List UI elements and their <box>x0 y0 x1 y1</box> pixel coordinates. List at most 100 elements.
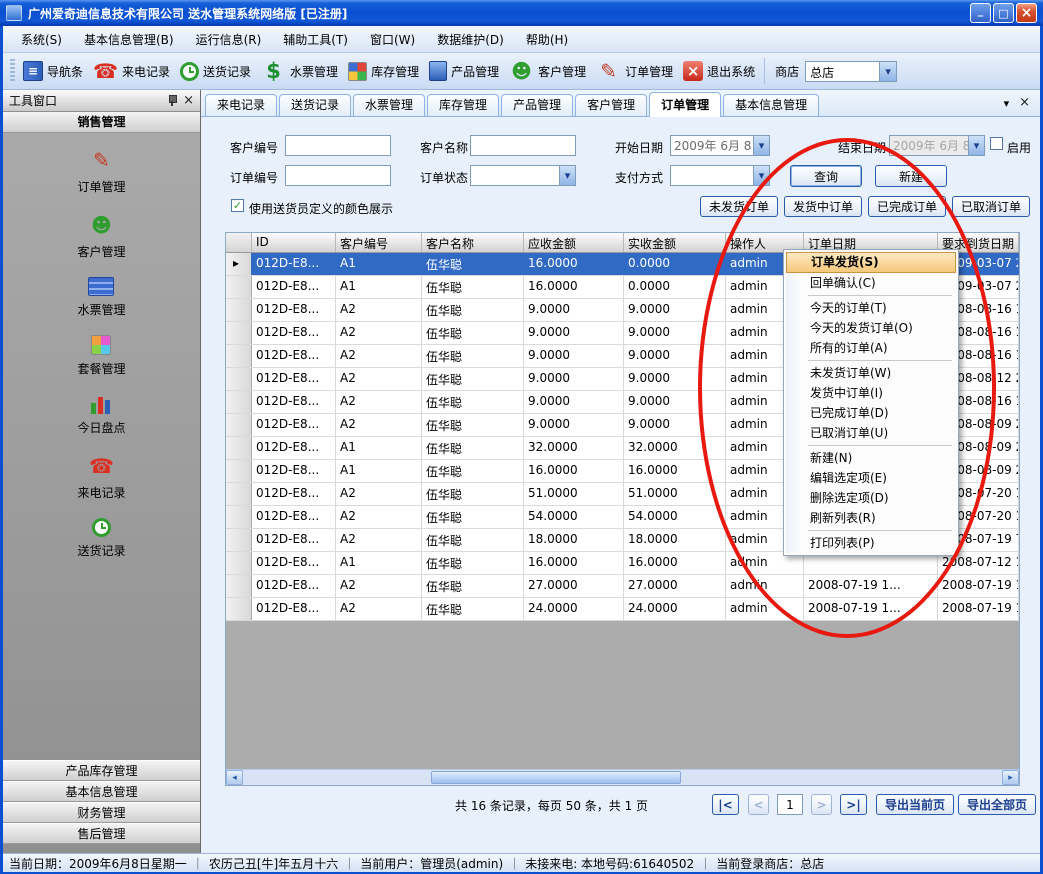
menu-item[interactable]: 辅助工具(T) <box>273 27 358 52</box>
customer-no-input[interactable] <box>285 135 391 156</box>
order-status-filter-button[interactable]: 发货中订单 <box>784 196 862 217</box>
column-header[interactable]: 应收金额 <box>524 233 624 252</box>
row-selector[interactable] <box>226 345 252 367</box>
menu-item[interactable]: 窗口(W) <box>360 27 425 52</box>
sidebar-item[interactable]: 套餐管理 <box>77 335 125 377</box>
first-page-button[interactable]: |< <box>712 794 739 815</box>
context-menu-item[interactable]: 回单确认(C) <box>786 273 956 293</box>
toolbar-button[interactable]: 库存管理 <box>343 60 424 83</box>
sidebar-bottom-item[interactable]: 产品库存管理 <box>3 760 200 781</box>
toolbar-button[interactable]: 导航条 <box>18 59 88 83</box>
row-selector[interactable] <box>226 506 252 528</box>
context-menu-item[interactable]: 打印列表(P) <box>786 533 956 553</box>
context-menu-item[interactable]: 编辑选定项(E) <box>786 468 956 488</box>
tab[interactable]: 客户管理 <box>575 94 647 116</box>
context-menu-item[interactable]: 已取消订单(U) <box>786 423 956 443</box>
row-selector[interactable] <box>226 598 252 620</box>
column-header[interactable]: 客户编号 <box>336 233 422 252</box>
tab[interactable]: 送货记录 <box>279 94 351 116</box>
sidebar-bottom-item[interactable]: 售后管理 <box>3 823 200 844</box>
close-button[interactable] <box>1016 3 1037 23</box>
tab-active[interactable]: 订单管理 <box>649 92 721 117</box>
toolbar-button[interactable]: 水票管理 <box>256 57 343 86</box>
sidebar-bottom-item[interactable]: 基本信息管理 <box>3 781 200 802</box>
toolbar-button[interactable]: 退出系统 <box>678 59 760 83</box>
row-selector[interactable] <box>226 322 252 344</box>
context-menu-item[interactable]: 发货中订单(I) <box>786 383 956 403</box>
delivery-color-checkbox[interactable] <box>231 199 244 212</box>
row-selector[interactable] <box>226 437 252 459</box>
context-menu-item[interactable]: 今天的发货订单(O) <box>786 318 956 338</box>
order-no-input[interactable] <box>285 165 391 186</box>
horizontal-scrollbar[interactable] <box>226 769 1019 785</box>
context-menu-item[interactable]: 删除选定项(D) <box>786 488 956 508</box>
context-menu-item[interactable]: 订单发货(S) <box>786 252 956 273</box>
export-all-pages-button[interactable]: 导出全部页 <box>958 794 1036 815</box>
table-row[interactable]: 012D-E8...A2伍华聪24.000024.0000admin2008-0… <box>226 598 1019 621</box>
row-selector[interactable] <box>226 552 252 574</box>
chevron-down-icon[interactable] <box>753 166 769 185</box>
sidebar-item[interactable]: 来电记录 <box>77 453 125 501</box>
menu-item[interactable]: 运行信息(R) <box>186 27 272 52</box>
context-menu-item[interactable]: 所有的订单(A) <box>786 338 956 358</box>
context-menu-item[interactable]: 新建(N) <box>786 448 956 468</box>
chevron-down-icon[interactable] <box>753 136 769 155</box>
toolbar-button[interactable]: 来电记录 <box>88 57 175 86</box>
menu-item[interactable]: 数据维护(D) <box>427 27 514 52</box>
column-header[interactable]: ID <box>252 233 336 252</box>
column-header[interactable]: 实收金额 <box>624 233 726 252</box>
order-status-filter-button[interactable]: 已完成订单 <box>868 196 946 217</box>
start-date-picker[interactable]: 2009年 6月 8日 <box>670 135 770 156</box>
customer-name-input[interactable] <box>470 135 576 156</box>
close-icon[interactable] <box>183 93 194 108</box>
tab-close-icon[interactable] <box>1019 95 1030 110</box>
context-menu-item[interactable]: 今天的订单(T) <box>786 298 956 318</box>
enable-checkbox[interactable] <box>990 137 1003 150</box>
context-menu-item[interactable]: 刷新列表(R) <box>786 508 956 528</box>
sidebar-item[interactable]: 水票管理 <box>77 277 125 318</box>
toolbar-button[interactable]: 订单管理 <box>591 57 678 86</box>
prev-page-button[interactable]: < <box>748 794 769 815</box>
toolbar-button[interactable]: 客户管理 <box>504 57 591 86</box>
store-select[interactable]: 总店 <box>805 61 897 82</box>
tab-list-dropdown-icon[interactable] <box>1004 96 1010 110</box>
order-status-select[interactable] <box>470 165 576 186</box>
row-selector[interactable] <box>226 391 252 413</box>
tab[interactable]: 来电记录 <box>205 94 277 116</box>
export-current-page-button[interactable]: 导出当前页 <box>876 794 954 815</box>
query-button[interactable]: 查询 <box>790 165 862 187</box>
row-selector[interactable] <box>226 575 252 597</box>
context-menu-item[interactable]: 未发货订单(W) <box>786 363 956 383</box>
toolbar-button[interactable]: 送货记录 <box>175 60 256 83</box>
scroll-left-icon[interactable] <box>226 770 243 785</box>
maximize-button[interactable] <box>993 3 1014 23</box>
row-selector[interactable] <box>226 253 252 275</box>
chevron-down-icon[interactable] <box>968 136 984 155</box>
row-selector[interactable] <box>226 414 252 436</box>
tab[interactable]: 库存管理 <box>427 94 499 116</box>
sidebar-item[interactable]: 客户管理 <box>77 212 125 260</box>
end-date-picker[interactable]: 2009年 6月 8日 <box>889 135 985 156</box>
tab[interactable]: 产品管理 <box>501 94 573 116</box>
table-row[interactable]: 012D-E8...A2伍华聪27.000027.0000admin2008-0… <box>226 575 1019 598</box>
chevron-down-icon[interactable] <box>879 62 896 81</box>
order-status-filter-button[interactable]: 未发货订单 <box>700 196 778 217</box>
row-selector[interactable] <box>226 368 252 390</box>
tab[interactable]: 水票管理 <box>353 94 425 116</box>
last-page-button[interactable]: >| <box>840 794 867 815</box>
scroll-right-icon[interactable] <box>1002 770 1019 785</box>
column-header[interactable]: 客户名称 <box>422 233 524 252</box>
minimize-button[interactable] <box>970 3 991 23</box>
menu-item[interactable]: 基本信息管理(B) <box>74 27 184 52</box>
sidebar-section-sales[interactable]: 销售管理 <box>3 112 200 133</box>
new-button[interactable]: 新建 <box>875 165 947 187</box>
menu-item[interactable]: 系统(S) <box>11 27 72 52</box>
scrollbar-thumb[interactable] <box>431 771 681 784</box>
sidebar-item[interactable]: 订单管理 <box>77 147 125 195</box>
row-selector[interactable] <box>226 529 252 551</box>
row-selector[interactable] <box>226 276 252 298</box>
toolbar-grip[interactable] <box>10 59 15 83</box>
pay-method-select[interactable] <box>670 165 770 186</box>
tab[interactable]: 基本信息管理 <box>723 94 819 116</box>
pin-icon[interactable] <box>167 95 177 106</box>
